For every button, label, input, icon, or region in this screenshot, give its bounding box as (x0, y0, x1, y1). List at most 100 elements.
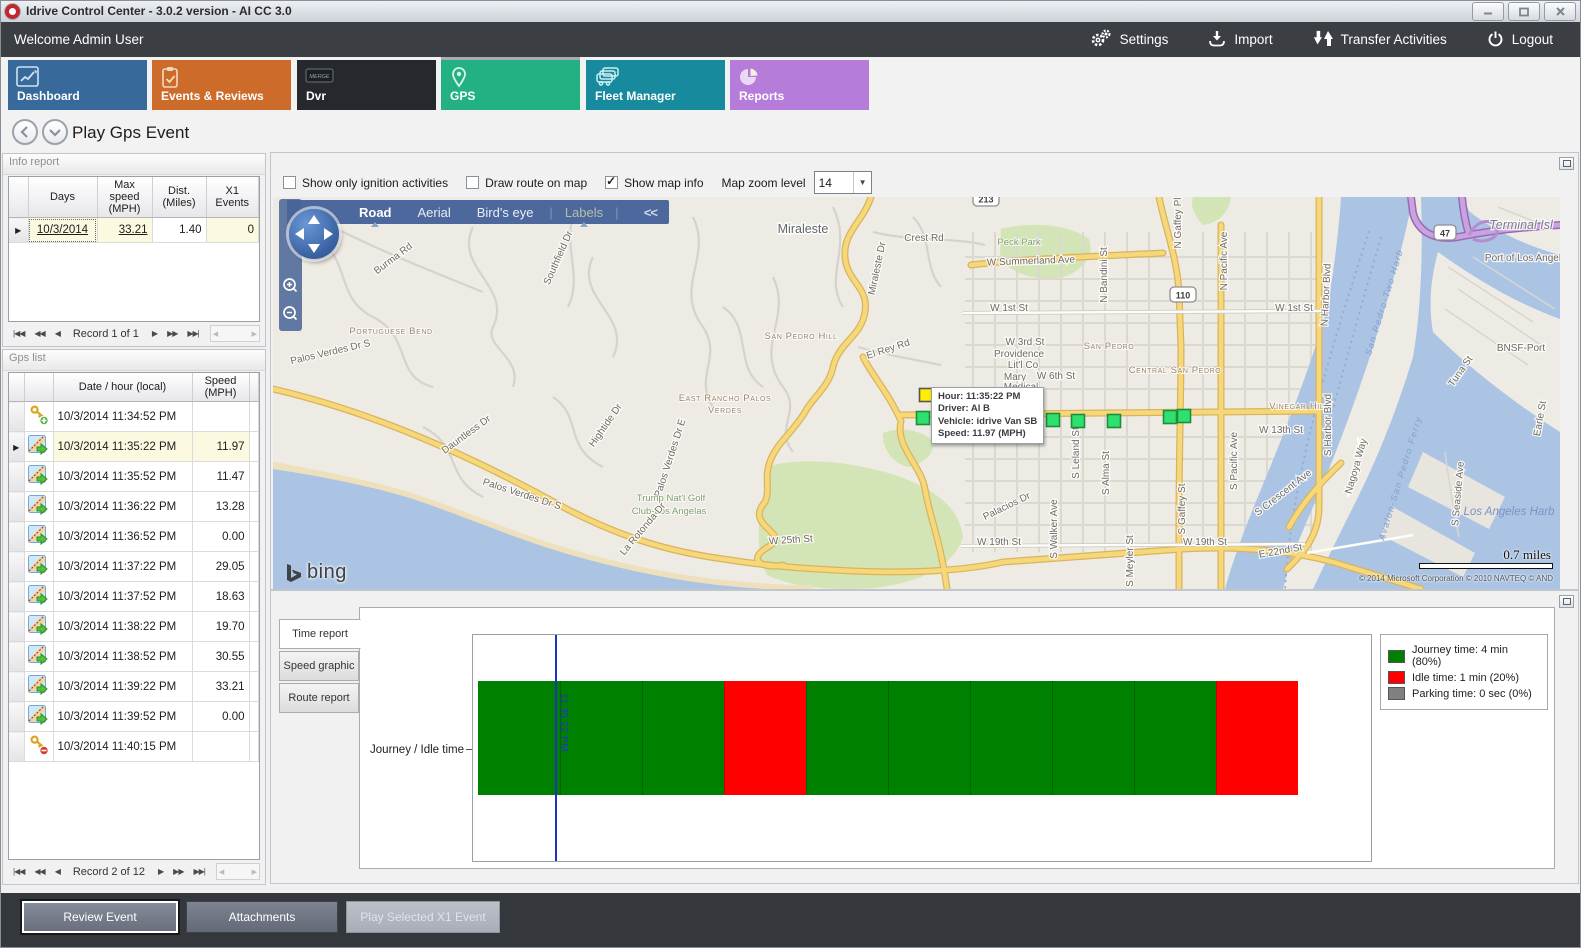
gps-row[interactable]: 10/3/2014 11:38:22 PM19.70 (9, 612, 259, 642)
legend-label: Journey time: 4 min (80%) (1412, 644, 1540, 668)
col-datetime[interactable]: Date / hour (local) (53, 373, 192, 402)
tab-route-report[interactable]: Route report (279, 683, 359, 713)
checkbox-box[interactable] (466, 176, 479, 189)
map-pan-compass[interactable] (289, 209, 339, 259)
checkbox-box[interactable] (605, 176, 618, 189)
gps-time-cell[interactable]: 10/3/2014 11:37:22 PM (53, 552, 192, 582)
tab-speed-graphic[interactable]: Speed graphic (279, 651, 359, 681)
review-event-button[interactable]: Review Event (22, 901, 178, 933)
next-record-icon[interactable]: ▶ (158, 867, 163, 876)
prev-page-icon[interactable]: ◀◀ (34, 867, 44, 876)
gps-time-cell[interactable]: 10/3/2014 11:35:22 PM (53, 432, 192, 462)
gps-row[interactable]: 10/3/2014 11:34:52 PM (9, 402, 259, 432)
transfer-activities-button[interactable]: Transfer Activities (1313, 30, 1447, 50)
route-marker[interactable] (1108, 415, 1121, 428)
gps-row[interactable]: 10/3/2014 11:37:22 PM29.05 (9, 552, 259, 582)
route-marker[interactable] (1178, 410, 1191, 423)
map-canvas[interactable]: 21311047 MiralesteTerminal IslCrest RdBu… (273, 197, 1560, 589)
vehicle-tooltip: Hour: 11:35:22 PM Driver: Al B Vehicle: … (931, 387, 1044, 444)
first-record-icon[interactable]: |◀◀ (13, 329, 24, 338)
logout-button[interactable]: Logout (1487, 30, 1553, 50)
last-record-icon[interactable]: ▶▶| (187, 329, 198, 338)
map-zoom-level-select[interactable]: 14 ▼ (814, 171, 872, 194)
bing-logo-text: bing (307, 561, 347, 584)
maximize-button[interactable] (1508, 2, 1540, 21)
chart-panel-expand-button[interactable] (1559, 595, 1574, 608)
tab-fleet-manager[interactable]: Fleet Manager (586, 60, 725, 110)
tab-time-report[interactable]: Time report (279, 619, 361, 649)
route-marker[interactable] (917, 412, 930, 425)
prev-page-icon[interactable]: ◀◀ (34, 329, 44, 338)
gps-row[interactable]: 10/3/2014 11:36:52 PM0.00 (9, 522, 259, 552)
gps-row[interactable]: 10/3/2014 11:37:52 PM18.63 (9, 582, 259, 612)
tab-dvr[interactable]: MERGE Dvr (297, 60, 436, 110)
days-cell[interactable]: 10/3/2014 (28, 218, 97, 243)
close-button[interactable] (1544, 2, 1576, 21)
next-page-icon[interactable]: ▶▶ (167, 329, 177, 338)
gps-row[interactable]: 10/3/2014 11:38:52 PM30.55 (9, 642, 259, 672)
timeline-segment-journey (1052, 681, 1134, 795)
gps-time-cell[interactable]: 10/3/2014 11:38:22 PM (53, 612, 192, 642)
import-button[interactable]: Import (1208, 30, 1272, 50)
gps-row[interactable]: ▶10/3/2014 11:35:22 PM11.97 (9, 432, 259, 462)
info-report-row[interactable]: ▶ 10/3/2014 33.21 1.40 0 (9, 218, 259, 243)
gps-time-cell[interactable]: 10/3/2014 11:36:22 PM (53, 492, 192, 522)
settings-button[interactable]: Settings (1090, 29, 1169, 50)
gps-point-icon (28, 717, 49, 729)
map-style-aerial[interactable]: Aerial (418, 205, 451, 220)
gps-time-cell[interactable]: 10/3/2014 11:39:52 PM (53, 702, 192, 732)
gps-time-cell[interactable]: 10/3/2014 11:38:52 PM (53, 642, 192, 672)
col-x1-events[interactable]: X1 Events (206, 177, 259, 218)
minimize-button[interactable] (1472, 2, 1504, 21)
route-marker[interactable] (1072, 415, 1085, 428)
zoom-in-button[interactable] (282, 277, 299, 299)
checkbox-show-map-info[interactable]: Show map info (605, 176, 703, 190)
gps-time-cell[interactable]: 10/3/2014 11:40:15 PM (53, 732, 192, 762)
checkbox-ignition-activities[interactable]: Show only ignition activities (283, 176, 448, 190)
tab-reports[interactable]: Reports (730, 60, 869, 110)
last-record-icon[interactable]: ▶▶| (193, 867, 204, 876)
next-page-icon[interactable]: ▶▶ (173, 867, 183, 876)
checkbox-box[interactable] (283, 176, 296, 189)
first-record-icon[interactable]: |◀◀ (13, 867, 24, 876)
tab-gps[interactable]: GPS (441, 60, 580, 110)
gps-time-cell[interactable]: 10/3/2014 11:34:52 PM (53, 402, 192, 432)
gps-time-cell[interactable]: 10/3/2014 11:36:52 PM (53, 522, 192, 552)
tab-events-reviews[interactable]: Events & Reviews (152, 60, 291, 110)
map-style-labels[interactable]: Labels (565, 205, 603, 220)
map-panel-expand-button[interactable] (1559, 157, 1574, 170)
route-marker[interactable] (1047, 414, 1060, 427)
gps-time-cell[interactable]: 10/3/2014 11:37:52 PM (53, 582, 192, 612)
gps-time-cell[interactable]: 10/3/2014 11:35:52 PM (53, 462, 192, 492)
play-selected-x1-event-button[interactable]: Play Selected X1 Event (346, 901, 500, 933)
zoom-out-button[interactable] (282, 305, 299, 327)
gps-row[interactable]: 10/3/2014 11:35:52 PM11.47 (9, 462, 259, 492)
gps-time-cell[interactable]: 10/3/2014 11:39:22 PM (53, 672, 192, 702)
gps-row[interactable]: 10/3/2014 11:40:15 PM (9, 732, 259, 762)
col-speed[interactable]: Speed (MPH) (192, 373, 249, 402)
gps-row[interactable]: 10/3/2014 11:36:22 PM13.28 (9, 492, 259, 522)
checkbox-draw-route[interactable]: Draw route on map (466, 176, 587, 190)
map-style-birdseye[interactable]: Bird's eye (477, 205, 534, 220)
gps-row[interactable]: 10/3/2014 11:39:22 PM33.21 (9, 672, 259, 702)
route-marker[interactable] (1164, 411, 1177, 424)
max-speed-cell[interactable]: 33.21 (97, 218, 152, 243)
next-record-icon[interactable]: ▶ (152, 329, 157, 338)
col-max-speed[interactable]: Max speed (MPH) (97, 177, 152, 218)
prev-record-icon[interactable]: ◀ (55, 867, 60, 876)
tab-dashboard[interactable]: Dashboard (8, 60, 147, 110)
back-button[interactable] (12, 119, 38, 145)
attachments-button[interactable]: Attachments (186, 901, 338, 933)
map-style-road[interactable]: Road (359, 205, 392, 220)
col-dist[interactable]: Dist. (Miles) (152, 177, 206, 218)
prev-record-icon[interactable]: ◀ (55, 329, 60, 338)
horizontal-scrollbar[interactable]: ◀▶ (210, 325, 260, 342)
expand-down-button[interactable] (42, 119, 68, 145)
spacer-cell (249, 492, 259, 522)
col-days[interactable]: Days (28, 177, 97, 218)
horizontal-scrollbar[interactable]: ◀▶ (216, 863, 260, 880)
toolbar-collapse-button[interactable]: << (644, 205, 657, 220)
gps-row[interactable]: 10/3/2014 11:39:52 PM0.00 (9, 702, 259, 732)
transfer-activities-label: Transfer Activities (1341, 32, 1447, 47)
logout-label: Logout (1512, 32, 1553, 47)
